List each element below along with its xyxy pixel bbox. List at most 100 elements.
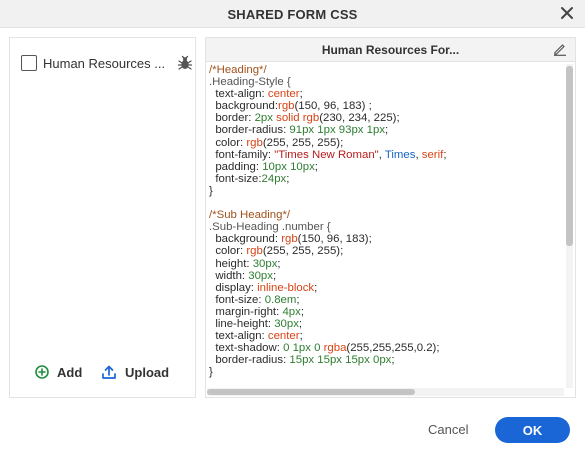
code-token: ;: [299, 330, 303, 343]
code-token: rgb: [302, 112, 320, 125]
css-editor-panel: Human Resources For... /*Heading*/.Headi…: [205, 37, 576, 398]
code-token: ;: [272, 269, 277, 282]
code-line: .Sub-Heading .number {: [209, 221, 564, 233]
css-file-item[interactable]: Human Resources ...: [21, 54, 193, 74]
code-token: (230, 234, 225);: [319, 112, 400, 125]
editor-title: Human Resources For...: [321, 43, 460, 57]
code-token: /*Heading*/: [209, 64, 267, 76]
code-line: text-shadow: 0 1px 0 rgba(255,255,255,0.…: [209, 342, 564, 354]
code-token: (150, 96, 183) ;: [294, 100, 372, 113]
code-token: rgba: [323, 342, 347, 355]
code-token: center: [267, 330, 300, 343]
plus-circle-icon: [35, 365, 49, 379]
code-token: border-radius:: [209, 124, 290, 137]
code-line: font-family: "Times New Roman", Times, s…: [209, 149, 564, 161]
cancel-button[interactable]: Cancel: [428, 422, 468, 437]
upload-button[interactable]: Upload: [101, 362, 169, 382]
code-token: ;: [314, 281, 318, 294]
code-line: margin-right: 4px;: [209, 306, 564, 318]
code-token: font-family:: [209, 148, 275, 161]
code-token: .Heading-Style {: [209, 76, 291, 89]
horizontal-scroll-thumb[interactable]: [207, 389, 415, 395]
code-line: .Heading-Style {: [209, 76, 564, 88]
code-token: /*Sub Heading*/: [209, 209, 291, 222]
code-token: .Sub-Heading .number {: [209, 221, 331, 234]
horizontal-scrollbar[interactable]: [207, 388, 564, 396]
code-token: }: [209, 184, 213, 197]
code-token: ;: [296, 293, 300, 306]
code-token: width:: [209, 269, 249, 282]
code-token: rgb: [246, 136, 263, 149]
code-token: 30px: [274, 317, 299, 330]
code-line: text-align: center;: [209, 330, 564, 342]
code-token: 10px 10px: [262, 160, 315, 173]
code-line: border-radius: 91px 1px 93px 1px;: [209, 124, 564, 136]
code-token: ;: [443, 148, 447, 161]
code-token: rgb: [278, 100, 295, 113]
code-token: serif: [421, 148, 444, 161]
code-token: border:: [209, 112, 255, 125]
code-line: }: [209, 366, 564, 378]
code-token: rgb: [246, 245, 263, 258]
css-code-editor[interactable]: /*Heading*/.Heading-Style { text-align: …: [209, 64, 564, 388]
code-line: border-radius: 15px 15px 15px 0px;: [209, 354, 564, 366]
code-token: ;: [300, 305, 304, 318]
code-line: font-size: 0.8em;: [209, 294, 564, 306]
code-line: border: 2px solid rgb(230, 234, 225);: [209, 112, 564, 124]
code-token: 0 1px 0: [283, 342, 324, 355]
code-line: font-size:24px;: [209, 173, 564, 185]
code-token: color:: [209, 245, 247, 258]
dialog-footer: Cancel OK: [0, 408, 585, 450]
close-icon[interactable]: [559, 5, 575, 21]
code-token: 0.8em: [264, 293, 297, 306]
pencil-icon[interactable]: [553, 42, 567, 56]
dialog-titlebar: SHARED FORM CSS: [0, 0, 585, 28]
code-token: padding:: [209, 160, 263, 173]
file-actions: Add Upload: [10, 362, 195, 382]
editor-header: Human Resources For...: [206, 38, 575, 62]
code-line: width: 30px;: [209, 270, 564, 282]
bug-icon[interactable]: [177, 55, 193, 71]
code-token: (255, 255, 255);: [262, 136, 344, 149]
code-token: 15px 15px 15px 0px: [289, 354, 392, 367]
upload-label: Upload: [125, 364, 170, 380]
ok-button[interactable]: OK: [495, 417, 570, 443]
code-token: ;: [298, 317, 303, 330]
code-line: display: inline-block;: [209, 282, 564, 294]
code-line: background:rgb(150, 96, 183) ;: [209, 100, 564, 112]
code-token: background:: [209, 100, 279, 113]
code-token: ;: [314, 160, 318, 173]
css-file-list-panel: Human Resources ... Add Upload: [9, 37, 196, 398]
add-button[interactable]: Add: [35, 362, 82, 382]
code-token: Times: [384, 148, 416, 161]
code-line: color: rgb(255, 255, 255);: [209, 137, 564, 149]
code-token: font-size:: [209, 293, 265, 306]
dialog-title: SHARED FORM CSS: [227, 7, 358, 22]
code-token: 24px: [261, 172, 287, 185]
code-token: }: [209, 366, 213, 379]
code-token: inline-block: [257, 281, 315, 294]
code-token: line-height:: [209, 317, 275, 330]
code-line: /*Heading*/: [209, 64, 564, 76]
code-token: text-shadow:: [209, 342, 284, 355]
code-token: font-size:: [209, 172, 262, 185]
shared-form-css-dialog: SHARED FORM CSS Human Resources ... Add: [0, 0, 585, 450]
code-line: }: [209, 185, 564, 197]
code-token: 2px: [254, 112, 273, 125]
vertical-scroll-thumb[interactable]: [566, 66, 573, 246]
code-token: border-radius:: [209, 354, 290, 367]
code-line: padding: 10px 10px;: [209, 161, 564, 173]
vertical-scrollbar[interactable]: [566, 64, 573, 388]
code-token: 30px: [248, 269, 273, 282]
code-token: ;: [385, 124, 389, 137]
code-token: margin-right:: [209, 305, 283, 318]
code-token: ;: [299, 88, 303, 101]
code-token: 4px: [282, 305, 301, 318]
code-token: height:: [209, 257, 253, 270]
code-token: ;: [391, 354, 395, 367]
code-line: color: rgb(255, 255, 255);: [209, 245, 564, 257]
file-name-label: Human Resources ...: [43, 56, 166, 71]
file-checkbox[interactable]: [21, 55, 37, 71]
code-token: ;: [277, 257, 281, 270]
